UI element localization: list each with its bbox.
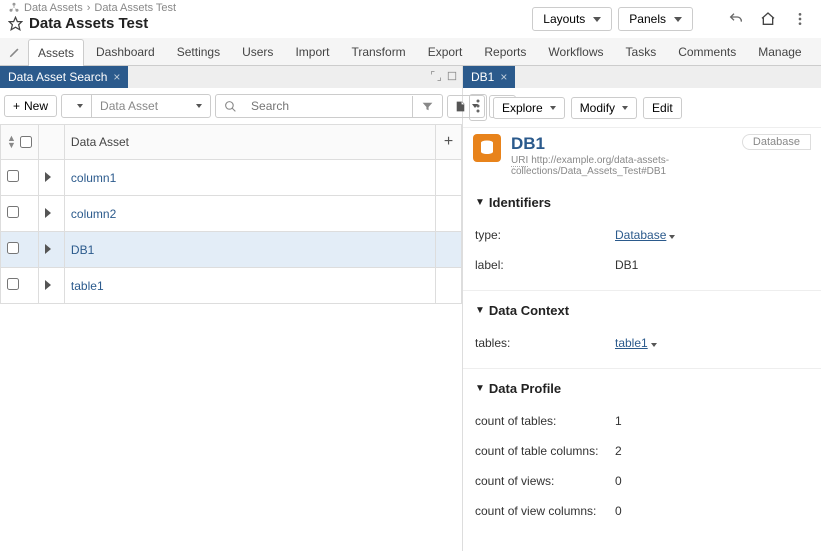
property-key: type: <box>475 228 615 242</box>
expand-icon[interactable] <box>45 280 51 290</box>
table-row[interactable]: table1 <box>1 268 462 304</box>
menu-item-comments[interactable]: Comments <box>668 38 746 65</box>
close-icon[interactable]: × <box>500 70 507 84</box>
property-row: label:DB1 <box>475 250 809 280</box>
section-data-profile[interactable]: ▼Data Profile <box>475 381 809 396</box>
search-icon <box>216 96 245 117</box>
menu-item-import[interactable]: Import <box>285 38 339 65</box>
property-value: 1 <box>615 414 622 428</box>
property-value[interactable]: Database <box>615 228 675 242</box>
row-checkbox[interactable] <box>7 278 19 290</box>
menu-item-users[interactable]: Users <box>232 38 283 65</box>
menu-item-workflows[interactable]: Workflows <box>538 38 613 65</box>
property-key: count of views: <box>475 474 615 488</box>
menu-item-tasks[interactable]: Tasks <box>616 38 667 65</box>
modify-button[interactable]: Modify <box>571 97 637 119</box>
property-key: label: <box>475 258 615 272</box>
menu-item-dashboard[interactable]: Dashboard <box>86 38 165 65</box>
menu-item-assets[interactable]: Assets <box>28 39 84 66</box>
breadcrumb-root[interactable]: Data Assets <box>24 2 83 14</box>
database-icon <box>473 134 501 162</box>
property-value[interactable]: table1 <box>615 336 657 350</box>
add-column-icon[interactable]: + <box>444 133 453 151</box>
detail-title: DB1 <box>511 134 732 154</box>
property-row: count of view columns:0 <box>475 496 809 526</box>
row-label: table1 <box>65 269 435 303</box>
panels-button[interactable]: Panels <box>618 7 693 31</box>
property-key: count of table columns: <box>475 444 615 458</box>
filter-icon[interactable] <box>412 96 442 117</box>
property-value: 0 <box>615 474 622 488</box>
breadcrumb-current[interactable]: Data Assets Test <box>94 2 176 14</box>
table-row[interactable]: column2 <box>1 196 462 232</box>
property-value: 0 <box>615 504 622 518</box>
table-row[interactable]: column1 <box>1 160 462 196</box>
property-key: count of view columns: <box>475 504 615 518</box>
star-icon[interactable] <box>8 16 23 31</box>
row-checkbox[interactable] <box>7 242 19 254</box>
tab-db1[interactable]: DB1 × <box>463 66 515 88</box>
kebab-icon[interactable] <box>787 6 813 32</box>
property-row: count of table columns:2 <box>475 436 809 466</box>
row-label: DB1 <box>65 233 435 267</box>
asset-table: ▲▼ Data Asset + column1 column2 DB1 tabl… <box>0 124 462 304</box>
property-value: 2 <box>615 444 622 458</box>
search-input[interactable] <box>245 95 412 117</box>
menu-item-manage[interactable]: Manage <box>748 38 811 65</box>
expand-icon[interactable] <box>45 208 51 218</box>
type-badge: Database <box>742 134 811 150</box>
asset-type-select[interactable]: Data Asset <box>92 95 210 117</box>
menu-item-settings[interactable]: Settings <box>167 38 230 65</box>
layouts-button[interactable]: Layouts <box>532 7 612 31</box>
expand-icon[interactable] <box>45 244 51 254</box>
tab-data-asset-search[interactable]: Data Asset Search × <box>0 66 128 88</box>
property-row: count of tables:1 <box>475 406 809 436</box>
row-label: column1 <box>65 161 435 195</box>
row-checkbox[interactable] <box>7 206 19 218</box>
close-icon[interactable]: × <box>113 70 120 84</box>
home-icon[interactable] <box>755 6 781 32</box>
section-data-context[interactable]: ▼Data Context <box>475 303 809 318</box>
cluster-icon <box>8 2 20 14</box>
property-row: tables:table1 <box>475 328 809 358</box>
menu-item-reports[interactable]: Reports <box>474 38 536 65</box>
property-key: tables: <box>475 336 615 350</box>
section-identifiers[interactable]: ▼Identifiers <box>475 195 809 210</box>
table-row[interactable]: DB1 <box>1 232 462 268</box>
detail-uri: URIhttp://example.org/data-assets-collec… <box>511 155 732 177</box>
property-row: type:Database <box>475 220 809 250</box>
undo-icon[interactable] <box>723 6 749 32</box>
explore-button[interactable]: Explore <box>493 97 565 119</box>
select-all-checkbox[interactable] <box>20 136 32 148</box>
expand-icon[interactable] <box>430 70 442 85</box>
page-title: Data Assets Test <box>29 15 148 32</box>
property-key: count of tables: <box>475 414 615 428</box>
sort-arrows-icon[interactable]: ▲▼ <box>7 135 16 149</box>
property-value: DB1 <box>615 258 638 272</box>
column-header-data-asset[interactable]: Data Asset <box>65 127 435 157</box>
kebab-icon[interactable] <box>469 94 487 121</box>
folder-icon[interactable] <box>62 95 92 117</box>
menu-item-transform[interactable]: Transform <box>341 38 415 65</box>
pencil-icon[interactable] <box>8 45 22 59</box>
row-checkbox[interactable] <box>7 170 19 182</box>
property-row: count of views:0 <box>475 466 809 496</box>
edit-button[interactable]: Edit <box>643 97 682 119</box>
menu-bar: AssetsDashboardSettingsUsersImportTransf… <box>0 38 821 66</box>
menu-item-export[interactable]: Export <box>418 38 473 65</box>
breadcrumb: Data Assets › Data Assets Test <box>8 2 532 14</box>
collapse-icon[interactable] <box>446 70 458 85</box>
new-button[interactable]: + New <box>4 95 57 117</box>
expand-icon[interactable] <box>45 172 51 182</box>
row-label: column2 <box>65 197 435 231</box>
